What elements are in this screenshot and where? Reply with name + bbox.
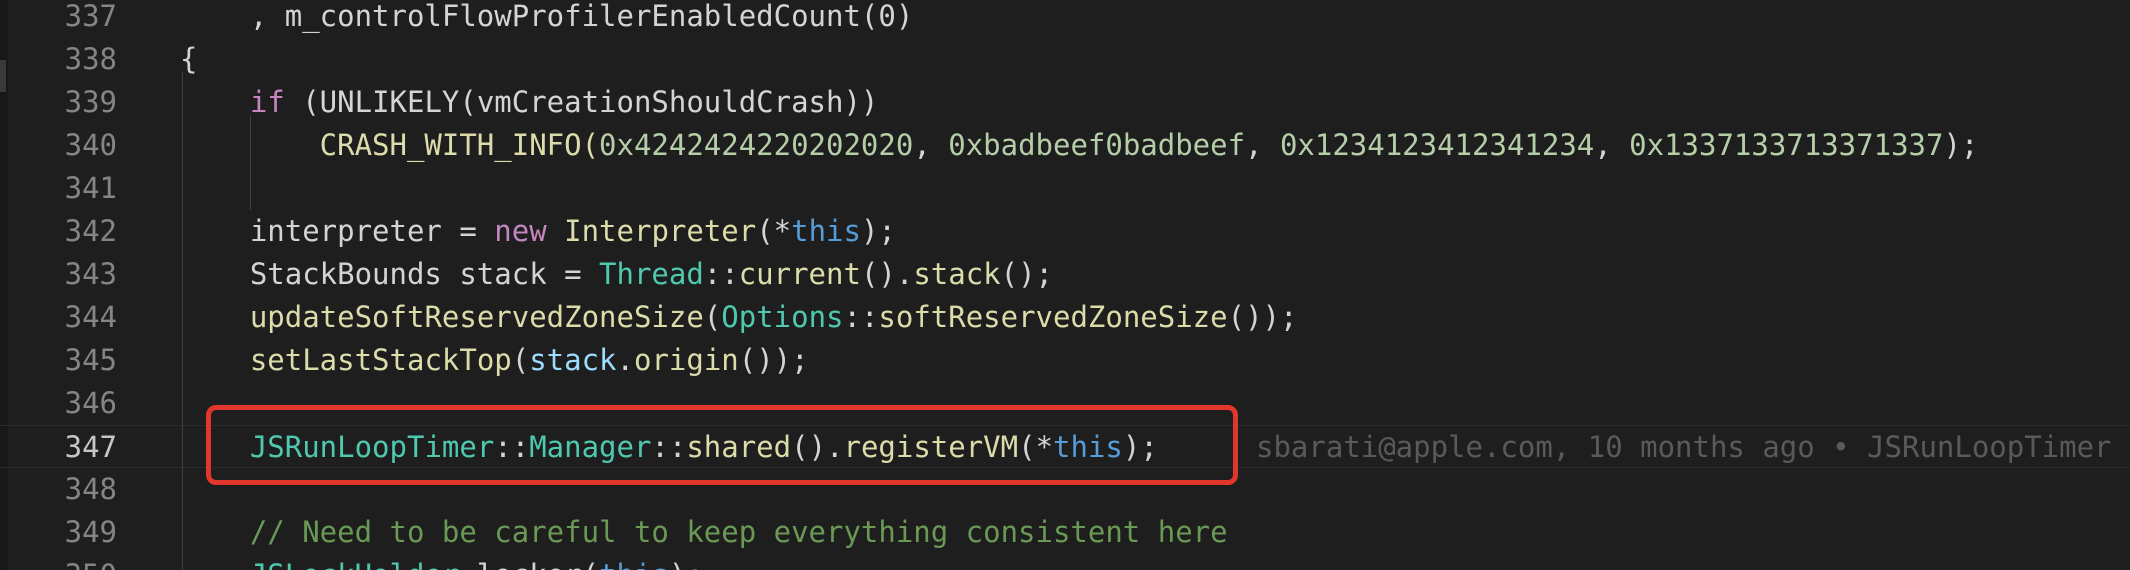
code-line[interactable]: 350 JSLockHolder locker(this); bbox=[0, 554, 2130, 570]
line-number: 343 bbox=[64, 257, 117, 291]
git-blame-annotation[interactable]: sbarati@apple.com, 10 months ago • JSRun… bbox=[1256, 426, 2130, 469]
code-token: { bbox=[180, 42, 198, 76]
code-token: :: bbox=[703, 257, 739, 291]
code-text[interactable]: CRASH_WITH_INFO(0x4242424220202020, 0xba… bbox=[180, 124, 1979, 167]
code-token: (). bbox=[860, 257, 914, 291]
code-line[interactable]: 343 StackBounds stack = Thread::current(… bbox=[0, 253, 2130, 296]
code-line[interactable]: 337 , m_controlFlowProfilerEnabledCount(… bbox=[0, 0, 2130, 38]
code-token: Thread bbox=[599, 257, 704, 291]
line-number: 342 bbox=[64, 214, 117, 248]
code-token: // Need to be careful to keep everything… bbox=[180, 515, 1228, 549]
code-token: Options bbox=[721, 300, 844, 334]
code-token: Interpreter bbox=[564, 214, 757, 248]
code-text[interactable]: // Need to be careful to keep everything… bbox=[180, 511, 1228, 554]
code-token: interpreter = bbox=[180, 214, 495, 248]
line-number: 349 bbox=[64, 515, 117, 549]
code-token: (); bbox=[1000, 257, 1054, 291]
code-token: setLastStackTop bbox=[249, 343, 512, 377]
code-text[interactable]: interpreter = new Interpreter(*this); bbox=[180, 210, 896, 253]
code-token: ); bbox=[1943, 128, 1979, 162]
code-token: CRASH_WITH_INFO( bbox=[180, 128, 600, 162]
code-token: ( bbox=[703, 300, 722, 334]
code-token: :: bbox=[843, 300, 879, 334]
code-token: JSLockHolder bbox=[250, 558, 460, 570]
code-token: ); bbox=[669, 558, 704, 570]
code-line[interactable]: 349 // Need to be careful to keep everyt… bbox=[0, 511, 2130, 554]
code-token: softReservedZoneSize bbox=[878, 300, 1228, 334]
code-token: if bbox=[249, 85, 285, 119]
code-line[interactable]: 341 bbox=[0, 167, 2130, 210]
code-text[interactable]: setLastStackTop(stack.origin()); bbox=[180, 339, 809, 382]
code-token: , m_controlFlowProfilerEnabledCount(0) bbox=[180, 0, 914, 33]
code-line[interactable]: 338 { bbox=[0, 38, 2130, 81]
line-number: 345 bbox=[64, 343, 117, 377]
code-line[interactable]: 342 interpreter = new Interpreter(*this)… bbox=[0, 210, 2130, 253]
line-number: 339 bbox=[64, 85, 117, 119]
code-line[interactable]: 340 CRASH_WITH_INFO(0x4242424220202020, … bbox=[0, 124, 2130, 167]
line-number: 341 bbox=[64, 171, 117, 205]
code-token: locker( bbox=[459, 558, 599, 570]
line-number: 348 bbox=[64, 472, 117, 506]
code-token: updateSoftReservedZoneSize bbox=[249, 300, 704, 334]
code-token: , bbox=[1594, 128, 1630, 162]
code-text[interactable]: StackBounds stack = Thread::current().st… bbox=[180, 253, 1053, 296]
code-token: (* bbox=[756, 214, 792, 248]
line-number: 350 bbox=[0, 554, 117, 570]
code-token: , bbox=[913, 128, 949, 162]
code-token: StackBounds stack = bbox=[180, 257, 600, 291]
indent-guide bbox=[182, 72, 183, 570]
code-text[interactable]: updateSoftReservedZoneSize(Options::soft… bbox=[180, 296, 1298, 339]
code-text[interactable]: JSLockHolder locker(this); bbox=[180, 554, 704, 570]
indent-guide bbox=[250, 115, 251, 210]
code-token: ()); bbox=[738, 343, 809, 377]
code-token: ( bbox=[511, 343, 530, 377]
code-line[interactable]: 344 updateSoftReservedZoneSize(Options::… bbox=[0, 296, 2130, 339]
code-token: new bbox=[494, 214, 547, 248]
code-token: . bbox=[616, 343, 634, 377]
code-token: , bbox=[1245, 128, 1280, 162]
code-line[interactable]: 345 setLastStackTop(stack.origin()); bbox=[0, 339, 2130, 382]
code-token: current bbox=[738, 257, 861, 291]
line-number: 344 bbox=[64, 300, 117, 334]
line-number: 338 bbox=[64, 42, 117, 76]
code-text[interactable]: if (UNLIKELY(vmCreationShouldCrash)) bbox=[180, 81, 879, 124]
line-number: 346 bbox=[64, 386, 117, 420]
code-token: 0x4242424220202020 bbox=[599, 128, 914, 162]
line-number: 337 bbox=[64, 0, 117, 33]
code-token: 0x1234123412341234 bbox=[1279, 128, 1595, 162]
code-token: this bbox=[791, 214, 861, 248]
code-token: ()); bbox=[1227, 300, 1298, 334]
code-token: 0x1337133713371337 bbox=[1629, 128, 1944, 162]
code-line[interactable]: 339 if (UNLIKELY(vmCreationShouldCrash)) bbox=[0, 81, 2130, 124]
code-text[interactable]: , m_controlFlowProfilerEnabledCount(0) bbox=[180, 0, 913, 38]
code-token: this bbox=[599, 558, 669, 570]
code-token: 0xbadbeef0badbeef bbox=[948, 128, 1246, 162]
line-number: 340 bbox=[64, 128, 117, 162]
code-token: origin bbox=[634, 343, 739, 377]
code-token: stack bbox=[529, 343, 617, 377]
code-token: (UNLIKELY(vmCreationShouldCrash)) bbox=[284, 85, 879, 119]
code-token: ); bbox=[860, 214, 896, 248]
line-number: 347 bbox=[64, 430, 117, 464]
code-editor[interactable]: 337 , m_controlFlowProfilerEnabledCount(… bbox=[0, 0, 2130, 570]
code-token: stack bbox=[913, 257, 1001, 291]
annotation-highlight-box bbox=[206, 405, 1238, 485]
